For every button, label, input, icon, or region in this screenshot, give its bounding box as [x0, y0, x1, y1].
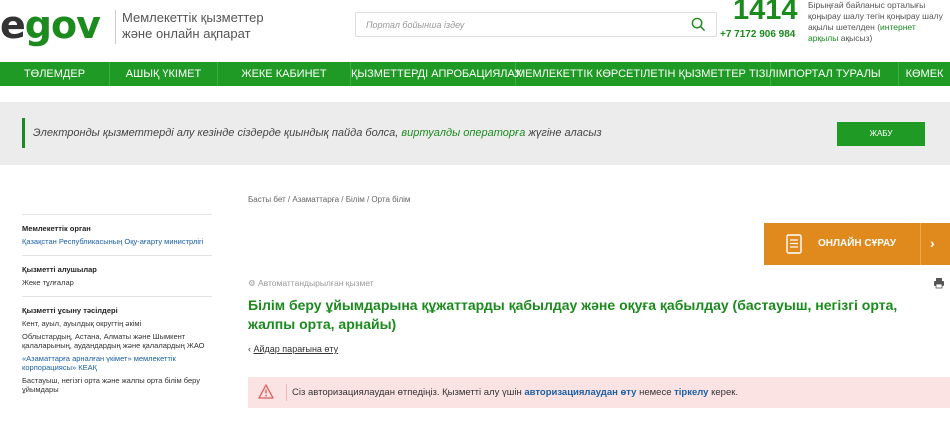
nav-item-service-approbation[interactable]: ҚЫЗМЕТТЕРДІ АПРОБАЦИЯЛАУ	[351, 62, 521, 86]
search-input[interactable]	[366, 16, 686, 34]
page-title: Білім беру ұйымдарына құжаттарды қабылда…	[248, 297, 898, 332]
provider-item: Бастауыш, негізгі орта және жалпы орта б…	[22, 376, 200, 394]
sidebar-divider	[22, 255, 212, 256]
main-nav: ТӨЛЕМДЕР АШЫҚ ҮКІМЕТ ЖЕКЕ КАБИНЕТ ҚЫЗМЕТ…	[0, 62, 950, 86]
virtual-operator-link[interactable]: виртуалды операторға	[401, 127, 525, 139]
hotline-description: Бірыңғай байланыс орталығы қоңырау шалу …	[808, 0, 943, 43]
nav-item-services-registry[interactable]: МЕМЛЕКЕТТІК КӨРСЕТІЛЕТІН ҚЫЗМЕТТЕР ТІЗІЛ…	[516, 62, 791, 86]
service-sidebar: Мемлекеттік орган Қазақстан Республикасы…	[22, 214, 212, 394]
search-box[interactable]	[355, 12, 717, 37]
breadcrumb[interactable]: Басты бет / Азаматтарға / Білім / Орта б…	[248, 195, 410, 204]
search-icon[interactable]	[691, 17, 706, 32]
chevron-right-icon: ›	[930, 235, 935, 251]
automated-service-label: ⚙ Автоматтандырылған қызмет	[248, 278, 374, 288]
operator-banner: Электронды қызметтерді алу кезінде сізде…	[0, 102, 950, 165]
alert-message: Сіз авторизациялаудан өтпедіңіз. Қызметт…	[292, 387, 739, 398]
providers-heading: Қызметті ұсыну тәсілдері	[22, 306, 118, 315]
nav-item-open-government[interactable]: АШЫҚ ҮКІМЕТ	[110, 62, 218, 86]
sidebar-divider	[22, 296, 212, 297]
online-request-label: ОНЛАЙН СҰРАУ	[818, 238, 897, 249]
close-banner-button[interactable]: ЖАБУ	[837, 122, 925, 146]
hotline-phone[interactable]: +7 7172 906 984	[720, 29, 795, 40]
banner-accent-bar	[22, 118, 25, 148]
site-tagline: Мемлекеттік қызметтер және онлайн ақпара…	[122, 10, 264, 41]
register-link[interactable]: тіркелу	[674, 387, 708, 398]
logo-divider	[115, 10, 116, 44]
button-divider	[920, 223, 921, 265]
online-request-button[interactable]: ОНЛАЙН СҰРАУ ›	[764, 223, 950, 265]
chevron-left-icon: ‹	[248, 344, 251, 354]
gear-icon: ⚙	[248, 278, 256, 288]
agency-heading: Мемлекеттік орган	[22, 224, 91, 233]
document-icon	[786, 234, 802, 254]
recipients-value: Жеке тұлғалар	[22, 278, 74, 287]
banner-text: Электронды қызметтерді алу кезінде сізде…	[33, 127, 602, 139]
login-link[interactable]: авторизациялаудан өту	[524, 387, 636, 398]
nav-item-payments[interactable]: ТӨЛЕМДЕР	[0, 62, 110, 86]
header: egov Мемлекеттік қызметтер және онлайн а…	[0, 0, 950, 62]
auth-alert: Сіз авторизациялаудан өтпедіңіз. Қызметт…	[248, 377, 950, 408]
nav-item-about-portal[interactable]: ПОРТАЛ ТУРАЛЫ	[771, 62, 899, 86]
nav-item-personal-cabinet[interactable]: ЖЕКЕ КАБИНЕТ	[218, 62, 351, 86]
provider-link[interactable]: «Азаматтарға арналған үкімет» мемлекетті…	[22, 354, 212, 372]
warning-icon	[258, 384, 274, 399]
provider-item: Облыстардың, Астана, Алматы және Шымкент…	[22, 332, 205, 350]
provider-item: Кент, ауыл, ауылдық округтің әкімі	[22, 319, 142, 328]
egov-logo[interactable]: egov	[0, 5, 101, 45]
alert-divider	[286, 384, 287, 401]
print-icon[interactable]	[933, 277, 945, 289]
recipients-heading: Қызметті алушылар	[22, 265, 97, 274]
hotline-number[interactable]: 1414	[733, 0, 798, 27]
nav-item-help[interactable]: КӨМЕК	[899, 62, 950, 86]
agency-link[interactable]: Қазақстан Республикасының Оқу-ағарту мин…	[22, 237, 212, 246]
back-link[interactable]: ‹ Айдар парағына өту	[248, 344, 338, 354]
